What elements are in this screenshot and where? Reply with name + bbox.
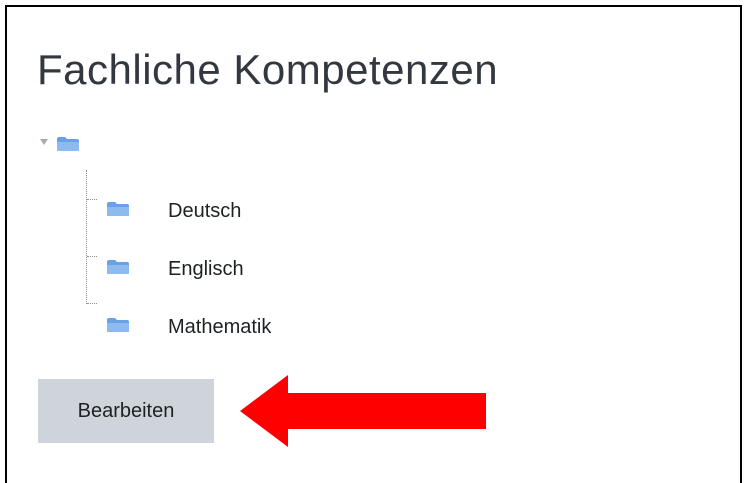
tree-item-label[interactable]: Mathematik — [168, 316, 271, 339]
page-title: Fachliche Kompetenzen — [37, 46, 499, 93]
tree-connector-branch — [87, 199, 97, 200]
tree-item-englisch[interactable]: Englisch — [106, 254, 366, 284]
folder-icon — [107, 260, 129, 274]
tree-item-mathematik[interactable]: Mathematik — [106, 312, 366, 342]
folder-icon — [107, 318, 129, 332]
edit-button[interactable]: Bearbeiten — [38, 379, 214, 443]
folder-icon — [107, 202, 129, 216]
red-arrow-annotation-icon — [240, 375, 486, 447]
tree-item-label[interactable]: Deutsch — [168, 200, 241, 223]
tree-connector-branch — [87, 303, 97, 304]
expand-toggle-icon[interactable] — [40, 139, 48, 145]
tree-root[interactable] — [40, 136, 110, 156]
tree-item-label[interactable]: Englisch — [168, 258, 244, 281]
tree-connector-branch — [87, 256, 97, 257]
folder-icon — [57, 137, 79, 151]
tree-item-deutsch[interactable]: Deutsch — [106, 196, 366, 226]
tree-connector-line — [86, 170, 87, 304]
